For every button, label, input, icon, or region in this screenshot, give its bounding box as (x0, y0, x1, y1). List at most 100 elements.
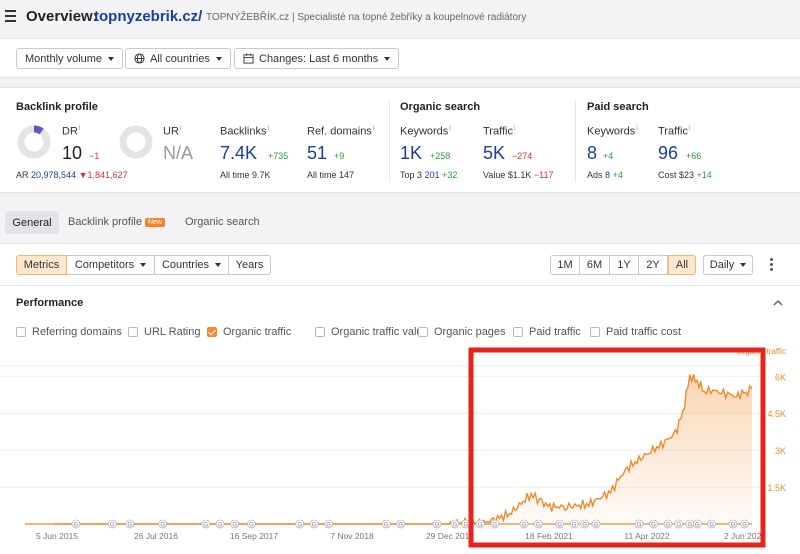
annotation-marker-label: G (582, 523, 587, 529)
paid-keywords-value[interactable]: 8 (587, 143, 597, 164)
backlinks-alltime: All time 9.7K (220, 170, 271, 180)
checkbox-box[interactable] (16, 327, 26, 337)
info-icon: i (688, 125, 691, 132)
changes-label: Changes: Last 6 months (259, 52, 379, 65)
range-2y[interactable]: 2Y (639, 255, 668, 275)
annotation-marker-label: G (127, 523, 132, 529)
globe-icon (134, 53, 145, 64)
x-tick-label: 2 Jun 2023 (724, 531, 766, 541)
countries-dropdown[interactable]: All countries (125, 48, 231, 69)
checkbox-organic-traffic[interactable]: Organic traffic (207, 326, 291, 338)
organic-keywords-value[interactable]: 1K (400, 143, 422, 164)
performance-title: Performance (16, 297, 84, 309)
annotation-marker-label: G (326, 523, 331, 529)
x-tick-label: 16 Sep 2017 (230, 531, 278, 541)
chart-toolbar-left: Metrics Competitors Countries Years (16, 255, 271, 275)
checkbox-box[interactable] (315, 327, 325, 337)
checkbox-box[interactable] (590, 327, 600, 337)
x-tick-label: 26 Jul 2016 (134, 531, 178, 541)
tab-general[interactable]: General (5, 211, 59, 234)
y-tick-label: 3K (775, 446, 786, 456)
checkbox-label: Organic traffic (223, 326, 292, 338)
annotation-marker-label: G (218, 523, 223, 529)
countries-chart-dropdown[interactable]: Countries (155, 255, 229, 275)
dr-label: DRi (62, 125, 81, 138)
checkbox-label: URL Rating (144, 326, 201, 338)
annotation-marker-label: G (249, 523, 254, 529)
annotation-marker-label: G (536, 523, 541, 529)
ads-change: +4 (612, 170, 623, 180)
value-row: Value $1.1K −117 (483, 170, 554, 180)
annotation-marker-label: G (463, 523, 468, 529)
granularity-dropdown[interactable]: Daily (703, 255, 753, 275)
annotation-marker-label: G (478, 523, 483, 529)
annotation-marker-label: G (666, 523, 671, 529)
ar-row: AR 20,978,544 ▼1,841,627 (16, 170, 128, 180)
organic-keywords-change: +258 (430, 151, 451, 161)
checkbox-organic-pages[interactable]: Organic pages (418, 326, 506, 338)
divider (0, 285, 800, 286)
metrics-button[interactable]: Metrics (16, 255, 67, 275)
x-tick-label: 29 Dec 2019 (426, 531, 474, 541)
checkbox-url-rating[interactable]: URL Rating (128, 326, 200, 338)
checkbox-organic-traffic-value[interactable]: Organic traffic value (315, 326, 429, 338)
chevron-down-icon (384, 56, 391, 61)
annotation-marker-label: G (594, 523, 599, 529)
top3-change: +32 (442, 170, 458, 180)
top3-value[interactable]: 201 (425, 170, 440, 180)
dr-value: 10 (62, 143, 83, 163)
chevron-up-icon[interactable] (773, 299, 783, 306)
checkbox-referring-domains[interactable]: Referring domains (16, 326, 122, 338)
checkbox-label: Referring domains (32, 326, 122, 338)
dr-gauge (17, 125, 51, 159)
annotation-marker-label: G (453, 523, 458, 529)
performance-chart: 1.5K3K4.5K6KOrganic trafficG G G G G G G G G G G G G… (0, 347, 786, 548)
annotation-marker-label: G (709, 523, 714, 529)
annotation-marker-label: G (398, 523, 403, 529)
range-6m[interactable]: 6M (580, 255, 610, 275)
checkbox-paid-traffic[interactable]: Paid traffic (513, 326, 581, 338)
checkbox-box[interactable] (207, 327, 217, 337)
competitors-dropdown[interactable]: Competitors (67, 255, 155, 275)
tab-organic-search[interactable]: Organic search (185, 216, 260, 228)
info-icon: i (449, 125, 451, 132)
cost-row: Cost $23 +14 (658, 170, 712, 180)
organic-traffic-value[interactable]: 5K (483, 143, 505, 164)
volume-dropdown[interactable]: Monthly volume (16, 48, 124, 69)
years-button[interactable]: Years (229, 255, 271, 275)
paid-traffic-value[interactable]: 96 (658, 143, 678, 164)
backlinks-value[interactable]: 7.4K (220, 143, 257, 164)
menu-icon[interactable] (5, 10, 16, 22)
paid-traffic-change: +66 (686, 151, 702, 161)
tab-backlink-profile[interactable]: Backlink profile New (68, 216, 165, 228)
ar-value[interactable]: 20,978,544 (31, 170, 76, 180)
series-area (448, 374, 752, 524)
annotation-marker-label: G (731, 523, 736, 529)
paid-traffic-label: Traffici (658, 125, 691, 138)
ur-label: URi (163, 125, 182, 138)
checkbox-box[interactable] (128, 327, 138, 337)
y-tick-label: 1.5K (767, 483, 786, 493)
range-1y[interactable]: 1Y (610, 255, 639, 275)
domain-link[interactable]: topnyzebrik.cz/ (94, 8, 202, 25)
calendar-icon (243, 53, 254, 64)
ur-value: N/A (163, 143, 194, 163)
more-options-icon[interactable] (770, 258, 773, 271)
backlinks-label: Backlinksi (220, 125, 270, 138)
annotation-marker-label: G (742, 523, 747, 529)
refdomains-label: Ref. domainsi (307, 125, 375, 138)
checkbox-box[interactable] (418, 327, 428, 337)
chevron-down-icon (108, 56, 115, 61)
checkbox-box[interactable] (513, 327, 523, 337)
range-1m[interactable]: 1M (550, 255, 580, 275)
chevron-down-icon (140, 263, 147, 267)
annotation-marker-label: G (232, 523, 237, 529)
chart-panel: Metrics Competitors Countries Years 1M 6… (0, 243, 800, 554)
info-icon: i (372, 125, 375, 132)
changes-dropdown[interactable]: Changes: Last 6 months (234, 48, 400, 69)
refdomains-value[interactable]: 51 (307, 143, 327, 164)
range-all[interactable]: All (668, 255, 696, 275)
ads-value[interactable]: 8 (605, 170, 610, 180)
backlink-profile-title: Backlink profile (16, 101, 98, 113)
checkbox-paid-traffic-cost[interactable]: Paid traffic cost (590, 326, 681, 338)
